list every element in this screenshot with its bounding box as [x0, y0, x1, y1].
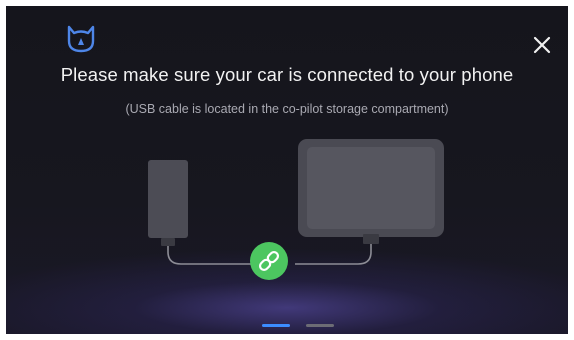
page-indicator-active[interactable]	[262, 324, 290, 327]
phone-illustration	[148, 160, 188, 246]
connection-illustration	[148, 139, 444, 280]
car-display-illustration	[298, 139, 444, 244]
usb-cable	[167, 246, 253, 265]
connection-prompt-screen: Please make sure your car is connected t…	[6, 6, 568, 334]
page-indicator-inactive[interactable]	[306, 324, 334, 327]
link-icon	[250, 242, 288, 280]
